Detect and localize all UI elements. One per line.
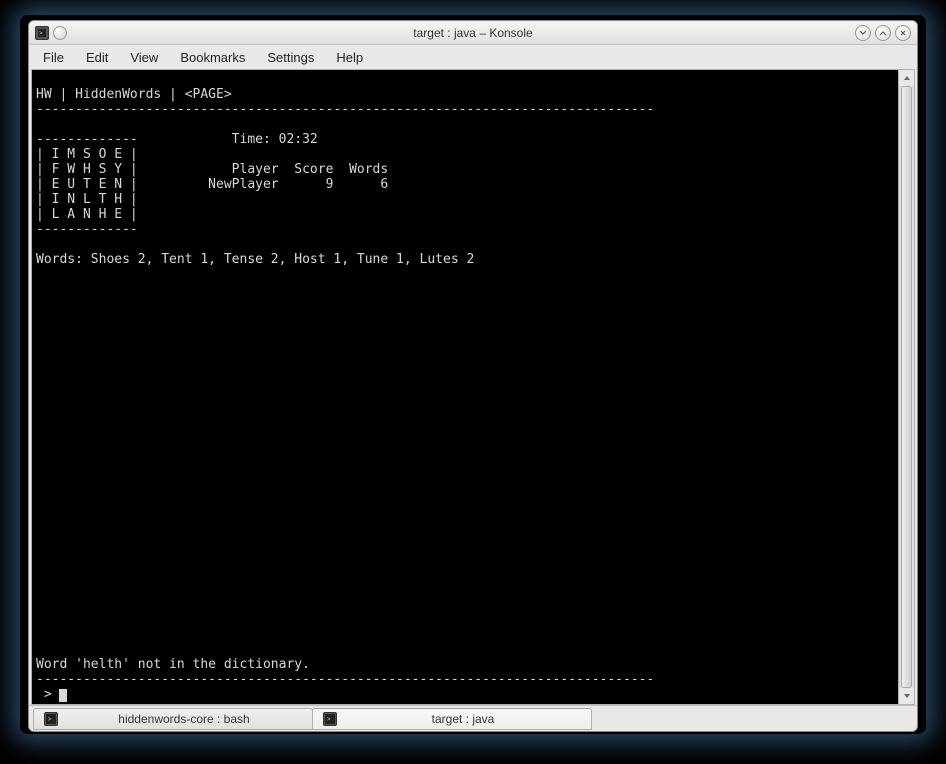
minimize-button[interactable] xyxy=(855,25,871,41)
konsole-window: > target : java – Konsole File Edit View… xyxy=(28,20,918,732)
menu-bookmarks[interactable]: Bookmarks xyxy=(170,47,255,68)
menu-help[interactable]: Help xyxy=(326,47,373,68)
grid-row-3: | E U T E N | NewPlayer 9 6 xyxy=(36,177,388,192)
terminal[interactable]: HW | HiddenWords | <PAGE> --------------… xyxy=(32,70,898,704)
tabbar: > hiddenwords-core : bash > target : jav… xyxy=(29,705,917,731)
svg-text:>: > xyxy=(39,31,43,37)
grid-bottom: ------------- xyxy=(36,222,138,237)
menu-view[interactable]: View xyxy=(120,47,168,68)
menubar: File Edit View Bookmarks Settings Help xyxy=(29,45,917,69)
divider-top: ----------------------------------------… xyxy=(36,102,654,117)
scroll-up-icon[interactable] xyxy=(899,70,914,86)
time-line: ------------- Time: 02:32 xyxy=(36,132,318,147)
menu-settings[interactable]: Settings xyxy=(257,47,324,68)
terminal-icon: > xyxy=(323,712,337,726)
maximize-button[interactable] xyxy=(875,25,891,41)
window-title: target : java – Konsole xyxy=(29,26,917,40)
tab-hiddenwords-core[interactable]: > hiddenwords-core : bash xyxy=(33,708,313,730)
app-icon: > xyxy=(35,26,49,40)
titlebar[interactable]: > target : java – Konsole xyxy=(29,21,917,45)
tab-label: target : java xyxy=(345,712,581,726)
feedback-message: Word 'helth' not in the dictionary. xyxy=(36,657,310,672)
terminal-icon: > xyxy=(44,712,58,726)
sticky-button[interactable] xyxy=(53,26,67,40)
scroll-track[interactable] xyxy=(899,86,914,688)
divider-bottom: ----------------------------------------… xyxy=(36,672,654,687)
tab-label: hiddenwords-core : bash xyxy=(66,712,302,726)
close-button[interactable] xyxy=(895,25,911,41)
game-header: HW | HiddenWords | <PAGE> xyxy=(36,87,232,102)
scroll-thumb[interactable] xyxy=(901,86,912,688)
menu-edit[interactable]: Edit xyxy=(76,47,118,68)
scrollbar[interactable] xyxy=(898,70,914,704)
grid-row-5: | L A N H E | xyxy=(36,207,138,222)
scroll-down-icon[interactable] xyxy=(899,688,914,704)
svg-text:>: > xyxy=(48,717,52,723)
menu-file[interactable]: File xyxy=(33,47,74,68)
svg-text:>: > xyxy=(327,717,331,723)
grid-row-1: | I M S O E | xyxy=(36,147,138,162)
prompt: > xyxy=(36,687,59,702)
terminal-container: HW | HiddenWords | <PAGE> --------------… xyxy=(31,69,915,705)
tab-target-java[interactable]: > target : java xyxy=(312,708,592,730)
grid-row-4: | I N L T H | xyxy=(36,192,138,207)
grid-row-2: | F W H S Y | Player Score Words xyxy=(36,162,388,177)
words-found: Words: Shoes 2, Tent 1, Tense 2, Host 1,… xyxy=(36,252,474,267)
cursor xyxy=(59,689,67,702)
